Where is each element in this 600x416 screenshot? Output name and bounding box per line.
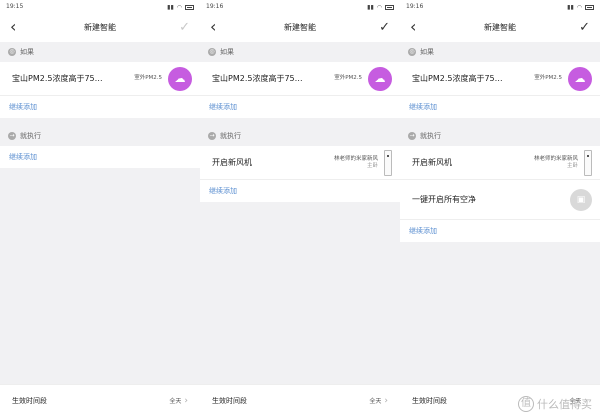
if-section-header: ◎ 如果 [8, 48, 34, 56]
add-action-link[interactable]: 继续添加 [200, 180, 400, 202]
if-icon: ◎ [8, 48, 16, 56]
then-section-header: → 就执行 [8, 132, 41, 140]
if-icon: ◎ [208, 48, 216, 56]
condition-text: 宝山PM2.5浓度高于75… [412, 74, 503, 83]
time-period-row[interactable]: 生效时间段 全天 › [200, 384, 400, 416]
screen-2: 19:16 ▮▮ ◠ ‹ 新建智能 ✓ ◎ 如果 宝山PM2.5浓度高于75… 室… [200, 0, 400, 416]
page-title: 新建智能 [484, 22, 516, 32]
action-device: 林老师的米家新风 [333, 155, 378, 162]
condition-sub: 室外PM2.5 [534, 75, 562, 81]
status-time: 19:16 [206, 3, 224, 10]
time-period-value: 全天 [169, 398, 182, 405]
time-period-label: 生效时间段 [12, 396, 47, 405]
condition-row[interactable]: 宝山PM2.5浓度高于75… 室外PM2.5 ☁ [200, 62, 400, 96]
condition-row[interactable]: 宝山PM2.5浓度高于75… 室外PM2.5 ☁ [400, 62, 600, 96]
wifi-icon: ◠ [576, 4, 582, 11]
action-room: 主卧 [566, 162, 578, 169]
status-time: 19:16 [406, 3, 424, 10]
action-text: 开启新风机 [412, 158, 452, 167]
status-time: 19:15 [6, 3, 24, 10]
page-title: 新建智能 [284, 22, 316, 32]
signal-icon: ▮▮ [367, 4, 374, 11]
fresh-air-device-icon [584, 149, 592, 176]
condition-text: 宝山PM2.5浓度高于75… [12, 74, 103, 83]
chevron-right-icon: › [384, 395, 388, 406]
add-condition-link[interactable]: 继续添加 [0, 96, 200, 118]
air-quality-icon: ☁ [168, 66, 192, 91]
add-condition-link[interactable]: 继续添加 [200, 96, 400, 118]
nav-bar: ‹ 新建智能 ✓ [400, 12, 600, 42]
time-period-row[interactable]: 生效时间段 全天 › [0, 384, 200, 416]
battery-icon [585, 5, 594, 10]
action-room: 主卧 [366, 162, 378, 169]
status-bar: 19:15 ▮▮ ◠ [0, 0, 200, 12]
battery-icon [385, 5, 394, 10]
chevron-right-icon: › [184, 395, 188, 406]
page-title: 新建智能 [84, 22, 116, 32]
confirm-check-icon[interactable]: ✓ [176, 21, 190, 34]
condition-sub: 室外PM2.5 [334, 75, 362, 81]
wifi-icon: ◠ [176, 4, 182, 11]
confirm-check-icon[interactable]: ✓ [576, 21, 590, 34]
then-arrow-icon: → [208, 132, 216, 140]
time-period-label: 生效时间段 [212, 396, 247, 405]
air-quality-icon: ☁ [568, 66, 592, 91]
watermark: 值 什么值得买 [518, 396, 592, 412]
action-row-purifiers[interactable]: 一键开启所有空净 ▣ [400, 180, 600, 220]
back-arrow-icon[interactable]: ‹ [10, 19, 24, 35]
watermark-text: 什么值得买 [537, 398, 592, 411]
if-section-header: ◎ 如果 [208, 48, 234, 56]
back-arrow-icon[interactable]: ‹ [210, 19, 224, 35]
status-bar: 19:16 ▮▮ ◠ [400, 0, 600, 12]
back-arrow-icon[interactable]: ‹ [410, 19, 424, 35]
status-bar: 19:16 ▮▮ ◠ [200, 0, 400, 12]
then-arrow-icon: → [8, 132, 16, 140]
then-arrow-icon: → [408, 132, 416, 140]
action-row-fresh-air[interactable]: 开启新风机 林老师的米家新风 主卧 [400, 146, 600, 180]
wifi-icon: ◠ [376, 4, 382, 11]
nav-bar: ‹ 新建智能 ✓ [0, 12, 200, 42]
scene-icon: ▣ [570, 188, 592, 211]
if-icon: ◎ [408, 48, 416, 56]
action-text: 开启新风机 [212, 158, 252, 167]
condition-text: 宝山PM2.5浓度高于75… [212, 74, 303, 83]
signal-icon: ▮▮ [167, 4, 174, 11]
then-section-header: → 就执行 [408, 132, 441, 140]
signal-icon: ▮▮ [567, 4, 574, 11]
smzdm-logo-icon: 值 [518, 396, 534, 412]
add-condition-link[interactable]: 继续添加 [400, 96, 600, 118]
fresh-air-device-icon [384, 149, 392, 176]
if-section-header: ◎ 如果 [408, 48, 434, 56]
nav-bar: ‹ 新建智能 ✓ [200, 12, 400, 42]
action-device: 林老师的米家新风 [533, 155, 578, 162]
add-action-link[interactable]: 继续添加 [0, 146, 200, 168]
battery-icon [185, 5, 194, 10]
time-period-label: 生效时间段 [412, 396, 447, 405]
screen-1: 19:15 ▮▮ ◠ ‹ 新建智能 ✓ ◎ 如果 宝山PM2.5浓度高于75… 室… [0, 0, 200, 416]
time-period-value: 全天 [369, 398, 382, 405]
condition-sub: 室外PM2.5 [134, 75, 162, 81]
air-quality-icon: ☁ [368, 66, 392, 91]
condition-row[interactable]: 宝山PM2.5浓度高于75… 室外PM2.5 ☁ [0, 62, 200, 96]
confirm-check-icon[interactable]: ✓ [376, 21, 390, 34]
screen-3: 19:16 ▮▮ ◠ ‹ 新建智能 ✓ ◎ 如果 宝山PM2.5浓度高于75… 室… [400, 0, 600, 416]
then-section-header: → 就执行 [208, 132, 241, 140]
add-action-link[interactable]: 继续添加 [400, 220, 600, 242]
action-text: 一键开启所有空净 [412, 195, 476, 204]
action-row-fresh-air[interactable]: 开启新风机 林老师的米家新风 主卧 [200, 146, 400, 180]
